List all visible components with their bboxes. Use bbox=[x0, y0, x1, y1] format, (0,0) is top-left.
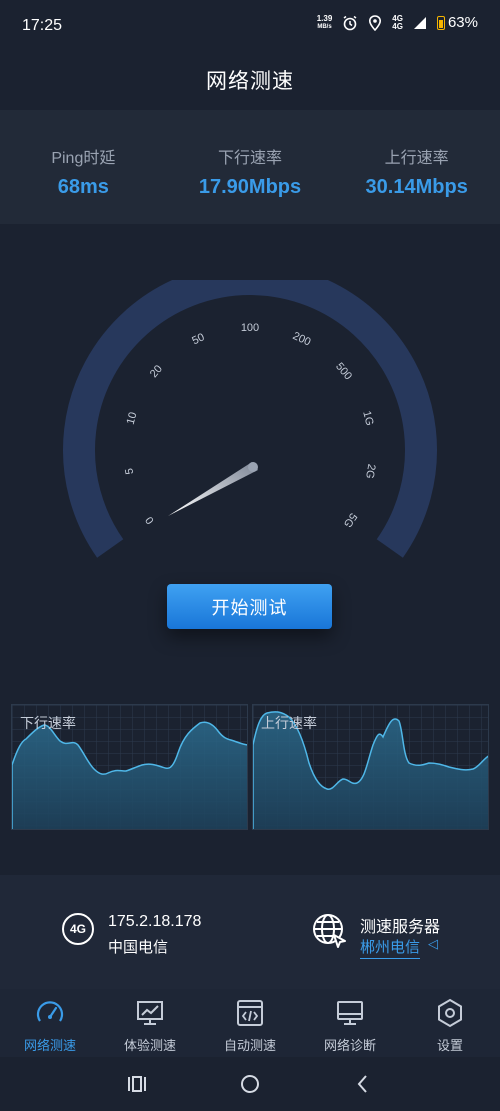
status-bar: 17:25 1.39 MB/s 4G 4G 63% bbox=[0, 0, 500, 54]
location-icon bbox=[369, 14, 382, 31]
gauge-tick-label: 100 bbox=[241, 322, 259, 334]
gauge-tick-label: 2G bbox=[363, 463, 377, 480]
gauge-tick-label: 10 bbox=[125, 411, 140, 426]
stat-label: 下行速率 bbox=[218, 150, 283, 167]
status-time: 17:25 bbox=[22, 17, 63, 34]
stat-value: 30.14Mbps bbox=[365, 176, 468, 198]
server-label: 测速服务器 bbox=[360, 919, 441, 936]
needle-tip bbox=[248, 462, 258, 472]
stat-upload: 上行速率 30.14Mbps bbox=[333, 110, 500, 224]
battery: 63% bbox=[436, 14, 478, 31]
monitor-icon bbox=[337, 1001, 363, 1025]
hexagon-settings-icon bbox=[438, 998, 462, 1028]
ip-address: 175.2.18.178 bbox=[108, 913, 202, 930]
back-icon[interactable] bbox=[350, 1071, 376, 1097]
server-arrow-icon[interactable]: ◁ bbox=[428, 936, 438, 952]
server-select-link[interactable]: 郴州电信 bbox=[360, 936, 421, 959]
title-bar: 网络测速 bbox=[0, 54, 500, 110]
net-speed-indicator: 1.39 MB/s bbox=[316, 13, 333, 30]
gauge-tick-label: 5 bbox=[123, 467, 136, 475]
network-type-icon: 4G bbox=[62, 913, 94, 945]
nav-item-diagnosis[interactable]: 网络诊断 bbox=[300, 989, 400, 1057]
upload-graph-label: 上行速率 bbox=[261, 715, 317, 731]
stat-label: Ping时延 bbox=[51, 150, 116, 167]
speed-gauge: 0 5 10 20 50 100 200 500 1G 2G 5G bbox=[63, 280, 437, 558]
home-icon[interactable] bbox=[237, 1071, 263, 1097]
system-nav-bar bbox=[0, 1057, 500, 1111]
gauge-tick-label: 5G bbox=[341, 511, 359, 530]
network-info-bar: 4G 175.2.18.178 中国电信 测速服务器 郴州电信 ◁ bbox=[0, 875, 500, 989]
gauge-tick-label: 500 bbox=[333, 361, 354, 383]
start-test-button[interactable]: 开始测试 bbox=[167, 584, 332, 629]
stat-value: 68ms bbox=[57, 176, 109, 198]
speed-graphs: 下行速率 上行速率 bbox=[11, 704, 489, 830]
globe-icon bbox=[313, 914, 346, 948]
download-graph-label: 下行速率 bbox=[20, 715, 76, 731]
carrier-name: 中国电信 bbox=[108, 939, 169, 956]
nav-item-settings[interactable]: 设置 bbox=[400, 989, 500, 1057]
signal-icon bbox=[413, 16, 426, 29]
nav-label: 体验测速 bbox=[123, 1038, 176, 1053]
network-gen-indicator: 4G 4G bbox=[392, 13, 403, 31]
speedometer-icon bbox=[36, 1001, 64, 1022]
chart-monitor-icon bbox=[137, 1001, 163, 1025]
download-graph: 下行速率 bbox=[11, 704, 248, 830]
alarm-icon bbox=[343, 15, 357, 30]
stat-download: 下行速率 17.90Mbps bbox=[167, 110, 334, 224]
nav-label: 网络诊断 bbox=[323, 1038, 376, 1053]
nav-label: 自动测速 bbox=[223, 1038, 276, 1053]
nav-item-experience-test[interactable]: 体验测速 bbox=[100, 989, 200, 1057]
nav-label: 设置 bbox=[436, 1038, 463, 1053]
battery-icon bbox=[436, 15, 445, 30]
nav-label: 网络测速 bbox=[23, 1038, 76, 1053]
recents-icon[interactable] bbox=[124, 1071, 150, 1097]
upload-graph: 上行速率 bbox=[252, 704, 489, 830]
nav-item-speed-test[interactable]: 网络测速 bbox=[0, 989, 100, 1057]
stat-value: 17.90Mbps bbox=[198, 176, 302, 198]
stats-panel: Ping时延 68ms 下行速率 17.90Mbps 上行速率 30.14Mbp… bbox=[0, 110, 500, 224]
code-window-icon bbox=[237, 1000, 263, 1026]
bottom-nav: 网络测速 体验测速 自动测速 网络诊断 设置 bbox=[0, 989, 500, 1057]
gauge-tick-label: 1G bbox=[360, 410, 375, 427]
gauge-tick-label: 20 bbox=[148, 363, 165, 380]
gauge-tick-label: 0 bbox=[143, 514, 156, 526]
battery-percent: 63% bbox=[447, 14, 478, 31]
stat-ping: Ping时延 68ms bbox=[0, 110, 167, 224]
nav-item-auto-test[interactable]: 自动测速 bbox=[200, 989, 300, 1057]
stat-label: 上行速率 bbox=[384, 150, 449, 167]
gauge-tick-label: 200 bbox=[291, 330, 313, 349]
page-title: 网络测速 bbox=[206, 70, 294, 93]
gauge-tick-label: 50 bbox=[190, 331, 206, 347]
gauge-needle bbox=[168, 462, 258, 516]
